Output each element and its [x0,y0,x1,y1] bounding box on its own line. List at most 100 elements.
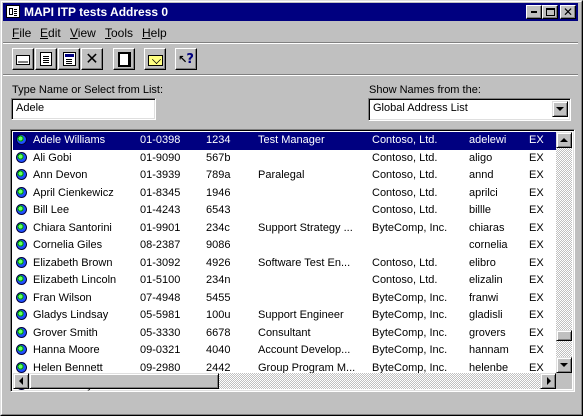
cell-name: Adele Williams [33,134,106,146]
table-row[interactable]: Ann Devon 01-3939 789a Paralegal Contoso, Lt… [13,167,557,185]
cell-company: ByteComp, Inc. [372,344,448,356]
delete-button[interactable]: ✕ [81,48,103,70]
cell-title: Paralegal [258,169,305,181]
table-row[interactable]: Elizabeth Lincoln 01-5100 234n Contoso, Ltd… [13,272,557,290]
address-list-dropdown[interactable]: Global Address List [368,98,571,121]
vertical-scrollbar[interactable] [556,132,572,373]
cell-type: EX [529,221,544,234]
table-row[interactable]: Adele Williams 01-0398 1234 Test Manager Con… [13,132,557,150]
cell-office: 4040 [206,344,231,356]
globe-icon [16,239,27,250]
globe-icon [16,151,27,163]
title-bar[interactable]: MAPI ITP tests Address 0 ✕ [3,3,578,21]
table-row[interactable]: Hanna Moore 09-0321 4040 Account Develop...… [13,342,557,360]
cell-type: EX [529,291,544,304]
cell-type: EX [529,186,544,199]
globe-icon [16,186,27,198]
find-button[interactable] [58,48,80,70]
menu-file[interactable]: File [12,26,31,40]
globe-icon [16,291,27,303]
cell-name: April Cienkewicz [33,186,114,199]
cell-company: Contoso, Ltd. [372,274,438,286]
cell-name: Chiara Santorini [33,221,112,234]
cell-type: EX [529,256,544,269]
minimize-button[interactable] [526,5,542,19]
scrollbar-corner [556,373,572,389]
close-icon: ✕ [562,5,574,19]
scroll-down-icon[interactable] [556,357,572,373]
chevron-down-icon[interactable] [552,101,568,117]
vertical-scroll-thumb[interactable] [556,330,572,341]
cell-type: EX [529,309,544,321]
cell-office: 234c [206,221,230,234]
table-row[interactable]: Bill Lee 01-4243 6543 Contoso, Ltd. billle EX [13,202,557,220]
scroll-right-icon[interactable] [540,373,556,389]
address-list[interactable]: Adele Williams 01-0398 1234 Test Manager Con… [10,129,575,392]
cell-phone: 01-0398 [140,134,181,146]
globe-icon [16,221,27,233]
cell-phone: 05-3330 [140,326,181,339]
cell-company: ByteComp, Inc. [372,291,448,304]
help-button[interactable]: ? [175,48,197,70]
menu-help[interactable]: Help [142,26,167,40]
cell-office: 567b [206,151,231,164]
cell-name: Elizabeth Brown [33,256,113,269]
cell-name: Helen Bennett [33,361,103,374]
globe-icon [16,309,27,320]
cell-office: 4926 [206,256,231,269]
cell-type: EX [529,361,544,374]
cell-name: Hanna Moore [33,344,100,356]
cell-alias: cornelia [469,239,508,251]
cell-type: EX [529,169,544,181]
table-row[interactable]: Grover Smith 05-3330 6678 Consultant ByteCom… [13,325,557,343]
cell-phone: 01-9090 [140,151,181,164]
cell-alias: billle [469,204,492,216]
delete-icon: ✕ [85,49,99,68]
table-row[interactable]: Elizabeth Brown 01-3092 4926 Software Test … [13,255,557,273]
minimize-icon [531,11,537,13]
table-row[interactable]: Fran Wilson 07-4948 5455 ByteComp, Inc. fran… [13,290,557,308]
toolbar-separator [3,74,578,76]
scroll-left-icon[interactable] [13,373,29,389]
cell-title: Consultant [258,326,311,339]
cell-name: Grover Smith [33,326,98,339]
horizontal-scrollbar[interactable] [13,373,556,389]
globe-icon [16,274,27,285]
menu-tools[interactable]: Tools [105,26,133,40]
properties-button[interactable] [12,48,34,70]
table-row[interactable]: April Cienkewicz 01-8345 1946 Contoso, Ltd.… [13,185,557,203]
new-message-icon [147,55,163,66]
address-book-app-icon[interactable] [6,5,20,18]
source-label: Show Names from the: [369,84,481,96]
cell-type: EX [529,204,544,216]
scroll-up-icon[interactable] [556,132,572,148]
new-message-button[interactable] [144,48,166,70]
search-input[interactable]: Adele [11,98,156,120]
cell-office: 6543 [206,204,231,216]
address-list-value: Global Address List [373,102,468,114]
cell-company: Contoso, Ltd. [372,151,438,164]
cell-alias: chiaras [469,221,505,234]
cell-name: Bill Lee [33,204,70,216]
table-row[interactable]: Gladys Lindsay 05-5981 100u Support Enginee… [13,307,557,325]
new-entry-button[interactable] [35,48,57,70]
menu-view[interactable]: View [70,26,96,40]
cell-phone: 01-9901 [140,221,181,234]
menu-edit[interactable]: Edit [40,26,61,40]
cell-title: Test Manager [258,134,325,146]
cell-alias: adelewi [469,134,507,146]
cell-alias: elibro [469,256,496,269]
address-book-button[interactable] [113,48,135,70]
close-button[interactable]: ✕ [560,5,576,19]
cell-name: Gladys Lindsay [33,309,109,321]
cell-name: Cornelia Giles [33,239,103,251]
table-row[interactable]: Chiara Santorini 01-9901 234c Support Strat… [13,220,557,238]
maximize-button[interactable] [542,5,558,19]
cell-name: Ann Devon [33,169,88,181]
cell-alias: hannam [469,344,509,356]
cell-alias: grovers [469,326,506,339]
cell-company: Contoso, Ltd. [372,169,438,181]
table-row[interactable]: Ali Gobi 01-9090 567b Contoso, Ltd. aligo EX [13,150,557,168]
table-row[interactable]: Cornelia Giles 08-2387 9086 cornelia EX [13,237,557,255]
horizontal-scroll-thumb[interactable] [29,373,219,389]
